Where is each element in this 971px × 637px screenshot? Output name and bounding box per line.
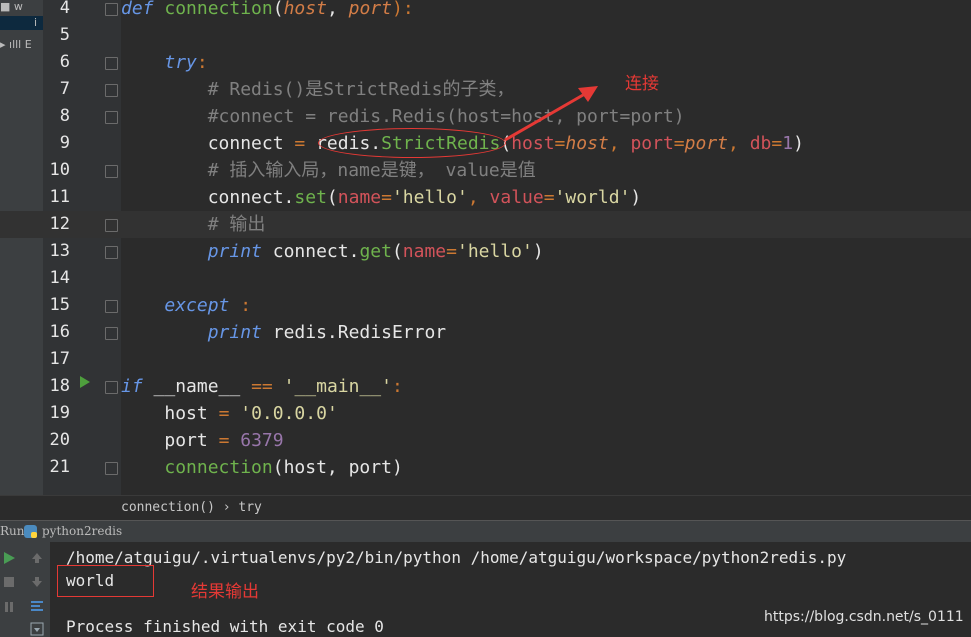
breadcrumb[interactable]: connection() › try [0, 495, 971, 521]
breadcrumb-text[interactable]: connection() › try [121, 500, 262, 515]
annotation-box [57, 565, 154, 597]
console-output-line: /home/atguigu/.virtualenvs/py2/bin/pytho… [66, 548, 847, 567]
soft-wrap-icon[interactable] [30, 599, 44, 613]
watermark: https://blog.csdn.net/s_0111 [764, 609, 964, 625]
run-label: Run [0, 524, 25, 538]
console-toolbar [0, 542, 50, 637]
python-icon [24, 525, 37, 538]
run-tool-header: Run python2redis [0, 520, 971, 543]
console-output-line: Process finished with exit code 0 [66, 617, 384, 636]
annotation-result-label: 结果输出 [191, 582, 259, 602]
stop-icon[interactable] [2, 575, 16, 589]
rerun-icon[interactable] [2, 551, 16, 565]
scroll-up-icon[interactable] [30, 551, 44, 565]
annotation-connect-label: 连接 [625, 74, 659, 94]
pause-icon[interactable] [2, 600, 16, 614]
run-config-name[interactable]: python2redis [42, 524, 122, 538]
scroll-down-icon[interactable] [30, 575, 44, 589]
scroll-to-end-icon[interactable] [30, 622, 44, 636]
